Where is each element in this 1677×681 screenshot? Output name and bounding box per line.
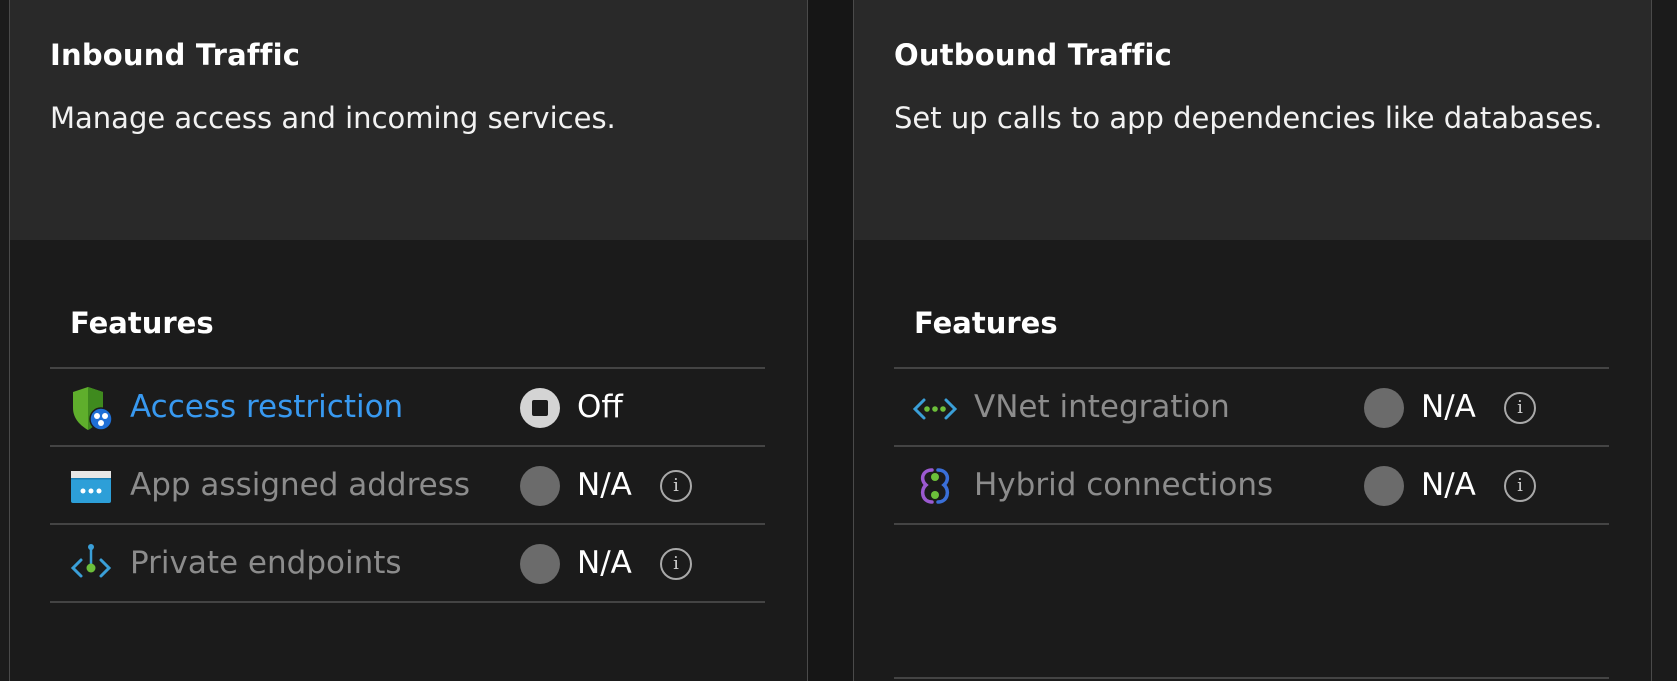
private-endpoints-label: Private endpoints [130,545,402,581]
inbound-card-header: Inbound Traffic Manage access and incomi… [10,0,807,240]
status-indicator-na [1364,388,1404,428]
outbound-features-list: Features VNet integration N/A i Hybrid c… [894,300,1609,525]
feature-row-private-endpoints: Private endpoints N/A i [50,525,765,603]
info-icon[interactable]: i [660,470,692,502]
vnet-integration-label: VNet integration [974,389,1230,425]
outbound-traffic-card: Outbound Traffic Set up calls to app dep… [853,0,1652,681]
feature-row-vnet-integration: VNet integration N/A i [894,369,1609,447]
status-text: N/A [577,545,632,581]
private-endpoint-icon [70,544,112,578]
feature-row-access-restriction: Access restriction Off [50,369,765,447]
status-indicator-na [1364,466,1404,506]
status-indicator-off [520,388,560,428]
status-text: N/A [1421,467,1476,503]
status-text: N/A [577,467,632,503]
inbound-traffic-card: Inbound Traffic Manage access and incomi… [9,0,808,681]
outbound-card-description: Set up calls to app dependencies like da… [894,101,1603,135]
feature-row-hybrid-connections: Hybrid connections N/A i [894,447,1609,525]
info-icon[interactable]: i [1504,470,1536,502]
status-text: Off [577,389,623,425]
status-indicator-na [520,466,560,506]
outbound-card-header: Outbound Traffic Set up calls to app dep… [854,0,1651,240]
app-window-icon [71,471,111,503]
info-icon[interactable]: i [660,548,692,580]
feature-row-app-assigned-address: App assigned address N/A i [50,447,765,525]
info-icon[interactable]: i [1504,392,1536,424]
app-assigned-address-label: App assigned address [130,467,471,503]
inbound-card-title: Inbound Traffic [50,38,301,72]
hybrid-connections-label: Hybrid connections [974,467,1274,503]
shield-globe-icon [73,387,113,431]
card-gap [808,0,853,681]
status-indicator-na [520,544,560,584]
outbound-card-title: Outbound Traffic [894,38,1173,72]
access-restriction-link[interactable]: Access restriction [130,369,403,445]
inbound-features-heading: Features [50,300,765,369]
outbound-features-heading: Features [894,300,1609,369]
vnet-icon [912,398,958,420]
status-text: N/A [1421,389,1476,425]
outbound-list-divider [894,677,1609,679]
hybrid-connection-icon [920,468,950,504]
inbound-card-description: Manage access and incoming services. [50,101,616,135]
inbound-features-list: Features Access restriction Off App assi… [50,300,765,603]
